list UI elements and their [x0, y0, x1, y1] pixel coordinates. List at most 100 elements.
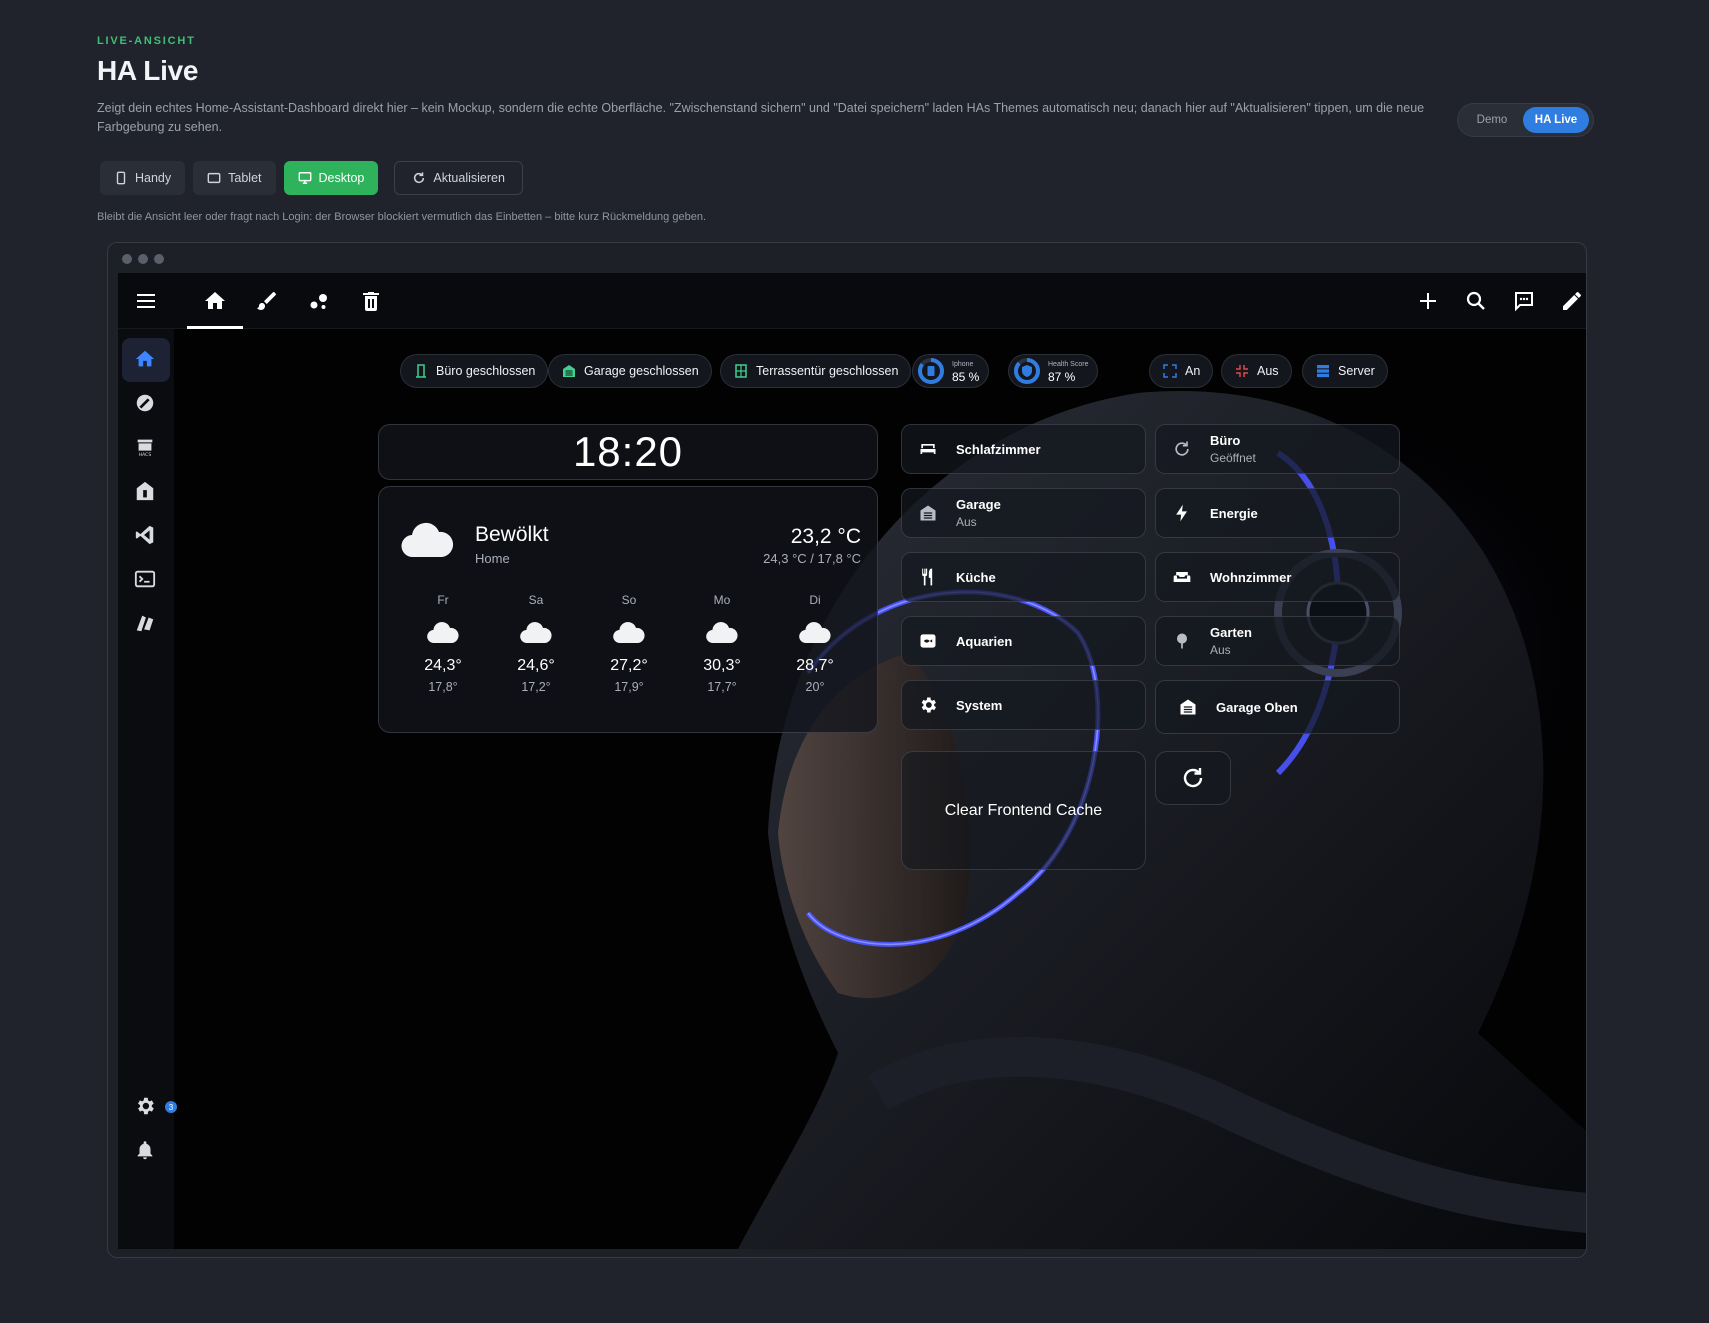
ha-sidebar: HACS 3 E: [118, 329, 177, 1249]
clear-cache-button[interactable]: Clear Frontend Cache: [901, 751, 1146, 870]
forecast-day-label: Di: [809, 593, 821, 607]
chip-buero-label: Büro geschlossen: [436, 364, 536, 378]
sidebar-item-hacs-icon[interactable]: HACS: [134, 436, 158, 460]
sidebar-item-notifications-icon[interactable]: [134, 1139, 158, 1163]
tile-name: Energie: [1210, 505, 1258, 521]
room-tile-garage-oben[interactable]: Garage Oben: [1155, 680, 1400, 734]
sofa-icon: [1164, 559, 1200, 595]
weather-card[interactable]: Bewölkt Home 23,2 °C 24,3 °C / 17,8 °C F…: [378, 486, 878, 733]
refresh-button-label: Aktualisieren: [433, 171, 505, 185]
embed-hint: Bleibt die Ansicht leer oder fragt nach …: [97, 211, 706, 223]
forecast-day-label: Sa: [528, 593, 544, 607]
mode-live-button[interactable]: HA Live: [1523, 107, 1589, 133]
cutlery-icon: [910, 559, 946, 595]
health-shield-gauge-icon: [1014, 358, 1040, 384]
chip-an[interactable]: An: [1149, 354, 1214, 388]
refresh-button[interactable]: Aktualisieren: [394, 161, 523, 195]
device-toolbar: Handy Tablet Desktop Aktualisieren: [100, 161, 523, 195]
home-tab-icon[interactable]: [203, 289, 227, 313]
room-tile-aquarien[interactable]: Aquarien: [901, 616, 1146, 666]
desktop-button[interactable]: Desktop: [283, 161, 379, 195]
phone-icon: [116, 171, 126, 185]
tile-state: Aus: [956, 515, 977, 529]
chip-garage[interactable]: Garage geschlossen: [548, 354, 712, 388]
window-dot: [122, 254, 132, 264]
forecast-low: 20°: [805, 680, 825, 694]
tile-text: Küche: [956, 570, 996, 585]
chip-terrasse[interactable]: Terrassentür geschlossen: [720, 354, 912, 388]
handy-button[interactable]: Handy: [100, 161, 186, 195]
chip-iphone[interactable]: Iphone 85 %: [912, 354, 990, 388]
handy-button-label: Handy: [135, 171, 172, 185]
forecast-low: 17,8°: [428, 680, 458, 694]
room-tile-wohnzimmer[interactable]: Wohnzimmer: [1155, 552, 1400, 602]
room-tile-garage[interactable]: Garage Aus: [901, 488, 1146, 538]
sidebar-item-vscode-icon[interactable]: [134, 524, 158, 548]
iphone-gauge-icon: [918, 358, 944, 384]
tile-text: Wohnzimmer: [1210, 570, 1291, 585]
sidebar-item-compass-icon[interactable]: [134, 392, 158, 416]
forecast-low: 17,7°: [707, 680, 737, 694]
assist-chat-icon[interactable]: [1512, 289, 1536, 313]
browser-frame: HACS 3 E Büro ge: [107, 242, 1587, 1258]
brush-tab-icon[interactable]: [255, 289, 279, 313]
room-tile-energie[interactable]: Energie: [1155, 488, 1400, 538]
tile-name: Wohnzimmer: [1210, 569, 1292, 585]
chip-aus[interactable]: Aus: [1221, 354, 1292, 388]
tile-name: Garage Oben: [1216, 699, 1298, 715]
weather-range: 24,3 °C / 17,8 °C: [763, 551, 861, 566]
sidebar-item-building-icon[interactable]: [134, 480, 158, 504]
room-tile-kueche[interactable]: Küche: [901, 552, 1146, 602]
tile-name: Büro: [1210, 433, 1241, 448]
chip-server[interactable]: Server: [1302, 354, 1388, 388]
edit-pencil-icon[interactable]: [1560, 289, 1584, 313]
mode-demo-button[interactable]: Demo: [1461, 107, 1523, 133]
chip-server-label: Server: [1338, 364, 1375, 378]
sidebar-item-overview-icon[interactable]: [134, 348, 158, 372]
forecast-day: Di 28,7° 20°: [785, 593, 845, 694]
weather-location: Home: [475, 551, 510, 566]
sidebar-item-terminal-icon[interactable]: [134, 568, 158, 592]
chip-health-text: Health Score 87 %: [1048, 359, 1088, 383]
trash-tab-icon[interactable]: [359, 289, 383, 313]
chip-aus-label: Aus: [1257, 364, 1279, 378]
chip-health-value: 87 %: [1048, 370, 1076, 384]
tile-name: Garten: [1210, 625, 1252, 640]
room-tile-schlafzimmer[interactable]: Schlafzimmer: [901, 424, 1146, 474]
window-dot: [154, 254, 164, 264]
cloudy-weather-icon: [401, 522, 454, 558]
tile-text: System: [956, 698, 1002, 713]
lightning-icon: [1164, 495, 1200, 531]
forecast-low: 17,9°: [614, 680, 644, 694]
sync-icon: [1164, 431, 1200, 467]
garage-icon: [563, 365, 575, 377]
tile-name: Küche: [956, 569, 996, 585]
chip-buero[interactable]: Büro geschlossen: [400, 354, 549, 388]
sidebar-item-cards-icon[interactable]: [134, 612, 158, 636]
forecast-day: Mo 30,3° 17,7°: [692, 593, 752, 694]
room-tile-buero[interactable]: Büro Geöffnet: [1155, 424, 1400, 474]
chip-iphone-value: 85 %: [952, 370, 980, 384]
room-tile-garten[interactable]: Garten Aus: [1155, 616, 1400, 666]
forecast-high: 24,6°: [517, 657, 555, 674]
weather-temperature: 23,2 °C: [790, 525, 861, 548]
weather-condition: Bewölkt: [475, 523, 549, 546]
room-tile-system[interactable]: System: [901, 680, 1146, 730]
tablet-button[interactable]: Tablet: [193, 161, 276, 195]
garage-icon: [910, 495, 946, 531]
reload-button[interactable]: [1155, 751, 1231, 805]
add-icon[interactable]: [1416, 289, 1440, 313]
eyebrow-label: LIVE-ANSICHT: [97, 35, 196, 47]
cloudy-forecast-icon: [613, 622, 645, 644]
forecast-day-label: So: [621, 593, 637, 607]
monitor-icon: [298, 172, 311, 184]
aquarium-icon: [910, 623, 946, 659]
bubbles-tab-icon[interactable]: [307, 289, 331, 313]
cloudy-forecast-icon: [427, 622, 459, 644]
garage-icon: [1170, 689, 1206, 725]
sidebar-item-settings-icon[interactable]: 3: [134, 1095, 177, 1119]
chip-health-score[interactable]: Health Score 87 %: [1008, 354, 1099, 388]
menu-icon[interactable]: [134, 289, 158, 313]
search-icon[interactable]: [1464, 289, 1488, 313]
window-controls: [122, 254, 164, 264]
